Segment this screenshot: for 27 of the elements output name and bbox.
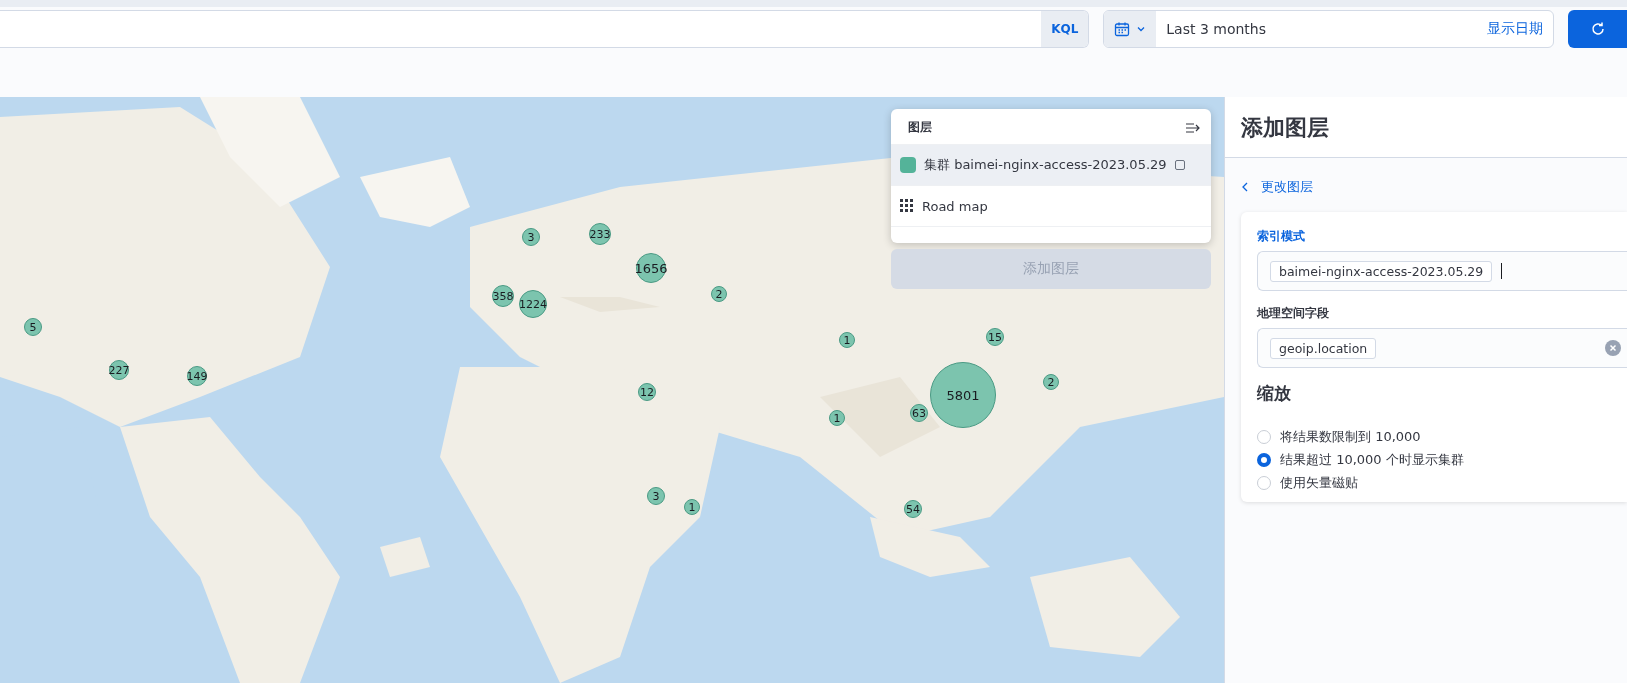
collapse-icon[interactable]	[1185, 121, 1201, 134]
back-link[interactable]: 更改图层	[1241, 178, 1627, 196]
field-label: 地理空间字段	[1257, 305, 1330, 322]
index-pattern-field[interactable]: baimei-nginx-access-2023.05.29	[1257, 251, 1627, 291]
chevron-left-icon	[1241, 182, 1249, 192]
date-range-value: Last 3 months	[1166, 20, 1267, 37]
radio-button[interactable]	[1257, 452, 1271, 467]
kql-button[interactable]: KQL	[1041, 10, 1089, 47]
field-label: 索引模式	[1257, 228, 1306, 245]
clear-icon[interactable]	[1605, 340, 1621, 356]
panel-title: 添加图层	[1225, 97, 1627, 158]
show-dates-link[interactable]: 显示日期	[1487, 19, 1543, 38]
refresh-icon	[1590, 20, 1606, 37]
radio-option[interactable]: 使用矢量磁贴	[1257, 471, 1627, 494]
grid-icon	[900, 199, 914, 213]
checkbox-icon	[1174, 160, 1185, 170]
layer-item[interactable]: Road map	[891, 185, 1211, 226]
calendar-button[interactable]	[1104, 10, 1157, 47]
layer-item[interactable]: 集群 baimei-nginx-access-2023.05.29	[891, 144, 1211, 185]
geo-field-select[interactable]: geoip.location	[1257, 328, 1627, 368]
layers-panel-title: 图层	[908, 119, 932, 136]
section-title: 缩放	[1257, 382, 1292, 405]
query-field[interactable]: KQL	[0, 9, 1090, 48]
radio-option[interactable]: 结果超过 10,000 个时显示集群	[1257, 448, 1627, 471]
radio-option[interactable]: 将结果数限制到 10,000	[1257, 425, 1627, 448]
refresh-button[interactable]	[1568, 9, 1627, 48]
calendar-icon	[1114, 20, 1131, 37]
